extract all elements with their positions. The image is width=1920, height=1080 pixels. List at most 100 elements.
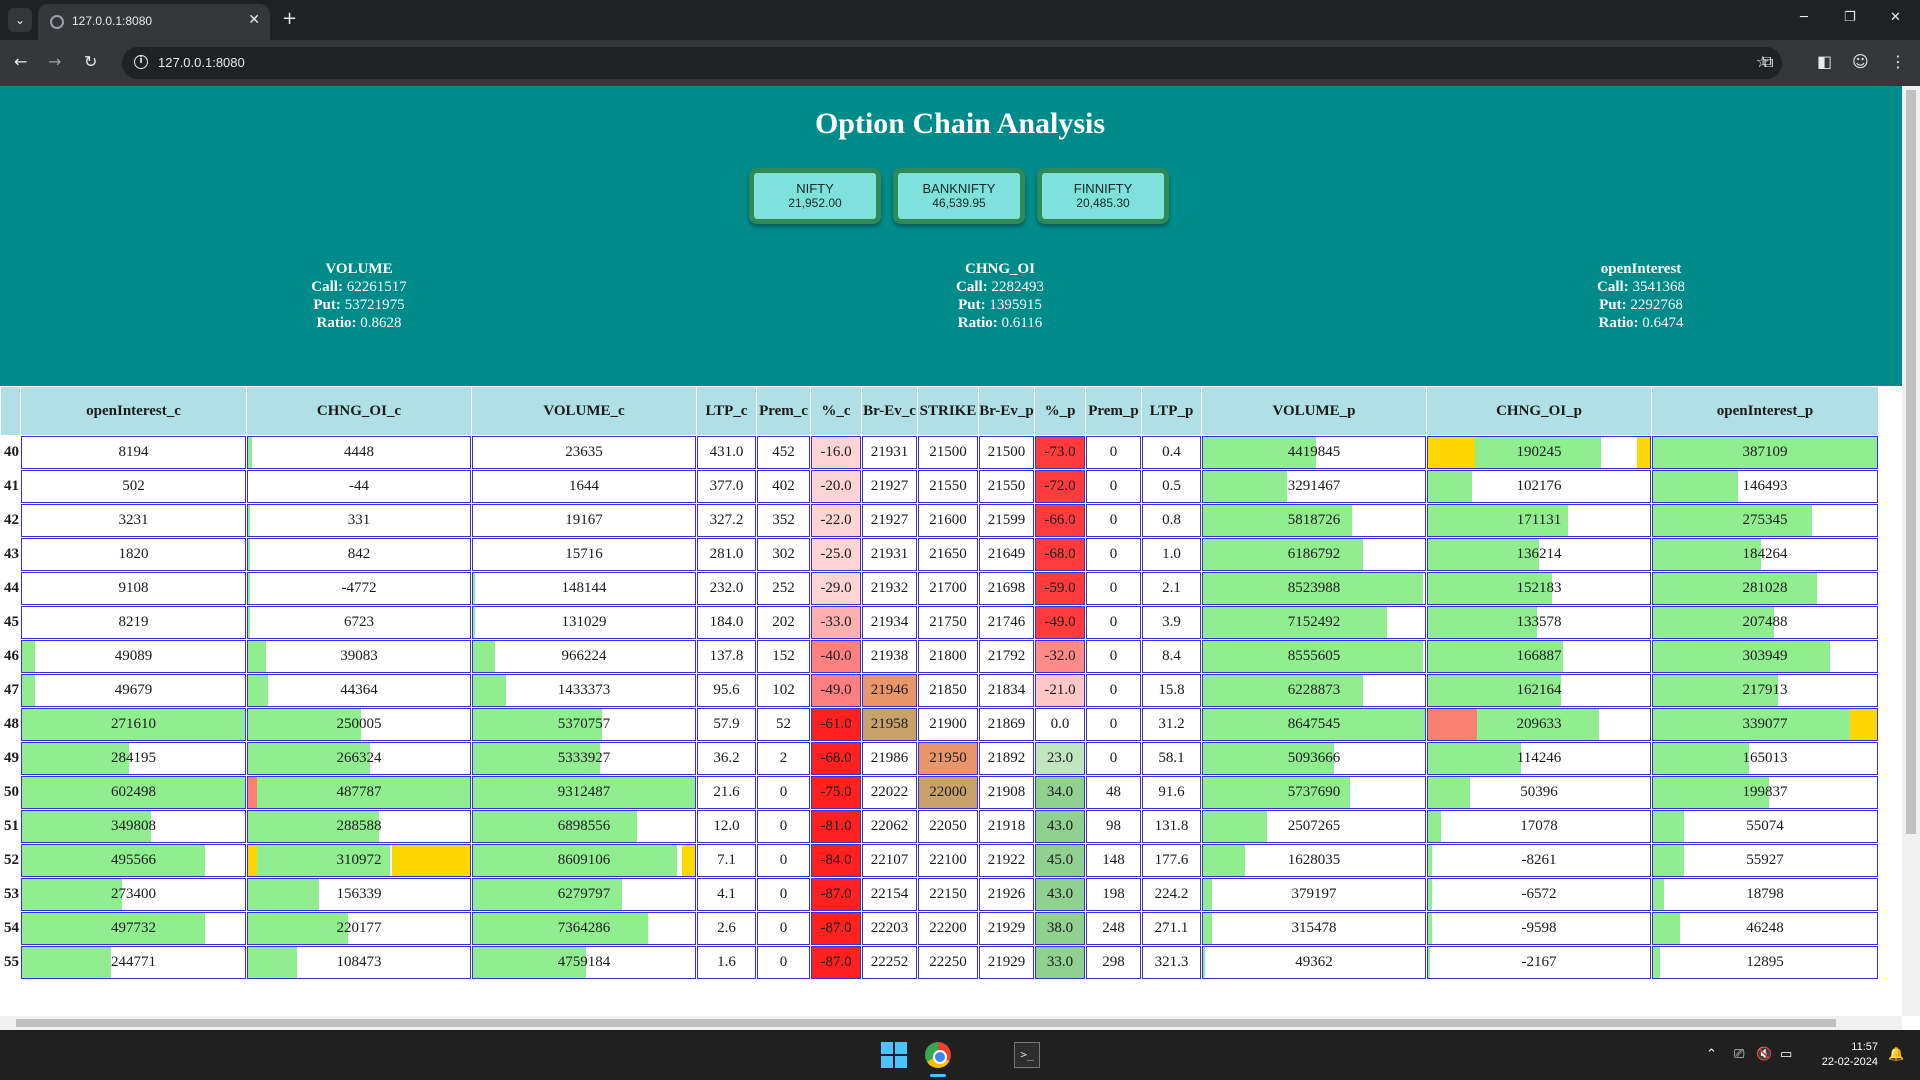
extensions-icon[interactable]: ⧉ (1762, 52, 1773, 72)
table-row[interactable]: 44 9108 -4772 148144 232.0 252 -29.0 21932 21700… (1, 572, 1878, 605)
ltp-p-cell: 58.1 (1142, 742, 1201, 775)
column-header[interactable]: %_p (1035, 387, 1085, 435)
value-bar (248, 437, 253, 468)
forward-icon[interactable]: → (48, 52, 61, 71)
ltp-p-cell: 0.8 (1142, 504, 1201, 537)
cell-value: 50396 (1520, 784, 1558, 800)
column-header[interactable]: %_c (811, 387, 861, 435)
value-bar (22, 947, 112, 978)
chg-p-cell: 152183 (1427, 572, 1651, 605)
restore-icon[interactable]: ❐ (1844, 10, 1856, 25)
ltp-p-cell: 2.1 (1142, 572, 1201, 605)
strike-cell: 21950 (918, 742, 978, 775)
system-clock[interactable]: 11:57 22-02-2024 (1822, 1040, 1878, 1070)
browser-tab[interactable]: 127.0.0.1:8080 ✕ (38, 4, 270, 40)
strike-cell: 21500 (918, 436, 978, 469)
address-url[interactable]: 127.0.0.1:8080 (158, 55, 245, 70)
table-row[interactable]: 54 497732 220177 7364286 2.6 0 -87.0 22203 22200… (1, 912, 1878, 945)
speaker-muted-icon[interactable]: 🔇 (1756, 1047, 1772, 1062)
back-icon[interactable]: ← (14, 52, 27, 71)
finnifty-button[interactable]: FINNIFTY 20,485.30 (1037, 168, 1169, 224)
cell-value: 199837 (1742, 784, 1788, 800)
reload-icon[interactable]: ↻ (84, 52, 97, 71)
tab-search-icon[interactable]: ⌄ (8, 8, 32, 32)
column-header[interactable]: CHNG_OI_p (1427, 387, 1651, 435)
start-windows-icon[interactable] (881, 1042, 907, 1068)
notification-bell-icon[interactable]: 🔔 (1888, 1047, 1904, 1062)
active-app-indicator (930, 1074, 946, 1077)
prem-p-cell: 0 (1086, 708, 1141, 741)
nifty-button[interactable]: NIFTY 21,952.00 (749, 168, 881, 224)
battery-icon[interactable]: ▭ (1780, 1047, 1792, 1062)
banknifty-button[interactable]: BANKNIFTY 46,539.95 (893, 168, 1025, 224)
vertical-scroll-thumb[interactable] (1906, 90, 1916, 834)
be-c-cell: 21938 (862, 640, 917, 673)
strike-cell: 21550 (918, 470, 978, 503)
table-row[interactable]: 40 8194 4448 23635 431.0 452 -16.0 21931 21500 21… (1, 436, 1878, 469)
column-header[interactable]: openInterest_p (1652, 387, 1878, 435)
table-row[interactable]: 45 8219 6723 131029 184.0 202 -33.0 21934 21750 2… (1, 606, 1878, 639)
option-chain-table-container[interactable]: openInterest_c CHNG_OI_c VOLUME_c LTP_c Prem… (0, 386, 1902, 1016)
horizontal-scrollbar[interactable] (0, 1016, 1902, 1030)
column-header[interactable]: Prem_p (1086, 387, 1141, 435)
window-close-icon[interactable]: ✕ (1890, 10, 1901, 25)
cell-value: 4759184 (557, 954, 611, 970)
vol-p-cell: 49362 (1202, 946, 1426, 979)
network-icon[interactable]: ⎚ (1734, 1047, 1744, 1062)
column-header[interactable]: VOLUME_p (1202, 387, 1426, 435)
terminal-icon[interactable]: >_ (1014, 1042, 1040, 1068)
column-header[interactable]: STRIKE (918, 387, 978, 435)
value-bar (1653, 573, 1817, 604)
chg-c-cell: 39083 (247, 640, 471, 673)
cell-value: 5818726 (1287, 512, 1341, 528)
strike-cell: 22050 (918, 810, 978, 843)
new-tab-button[interactable]: + (282, 8, 297, 29)
menu-kebab-icon[interactable]: ⋮ (1890, 52, 1906, 71)
table-row[interactable]: 41 502 -44 1644 377.0 402 -20.0 21927 21550 21550… (1, 470, 1878, 503)
column-header[interactable]: CHNG_OI_c (247, 387, 471, 435)
address-bar[interactable]: i 127.0.0.1:8080 ☆ (122, 47, 1782, 79)
minimize-icon[interactable]: ─ (1800, 10, 1808, 25)
vertical-scrollbar[interactable] (1902, 86, 1920, 1016)
table-row[interactable]: 49 284195 266324 5333927 36.2 2 -68.0 21986 2195… (1, 742, 1878, 775)
value-bar (248, 607, 251, 638)
vol-c-cell: 15716 (472, 538, 696, 571)
table-row[interactable]: 51 349808 288588 6898556 12.0 0 -81.0 22062 2205… (1, 810, 1878, 843)
table-row[interactable]: 47 49679 44364 1433373 95.6 102 -49.0 21946 2185… (1, 674, 1878, 707)
chrome-icon[interactable] (925, 1042, 951, 1068)
table-row[interactable]: 42 3231 331 19167 327.2 352 -22.0 21927 21600 215… (1, 504, 1878, 537)
column-header[interactable]: openInterest_c (21, 387, 246, 435)
column-header[interactable]: Br-Ev_p (979, 387, 1034, 435)
table-row[interactable]: 52 495566 310972 8609106 7.1 0 -84.0 22107 22100… (1, 844, 1878, 877)
oi-p-cell: 55074 (1652, 810, 1878, 843)
site-info-icon[interactable]: i (134, 55, 148, 69)
be-p-cell: 21500 (979, 436, 1034, 469)
column-header[interactable]: Br-Ev_c (862, 387, 917, 435)
column-header[interactable]: LTP_c (697, 387, 756, 435)
table-row[interactable]: 53 273400 156339 6279797 4.1 0 -87.0 22154 22150… (1, 878, 1878, 911)
table-row[interactable]: 43 1820 842 15716 281.0 302 -25.0 21931 21650 216… (1, 538, 1878, 571)
table-row[interactable]: 48 271610 250005 5370757 57.9 52 -61.0 21958 219… (1, 708, 1878, 741)
side-panel-icon[interactable]: ◧ (1817, 52, 1832, 71)
column-header[interactable]: Prem_c (757, 387, 810, 435)
prem-c-cell: 152 (757, 640, 810, 673)
call-value: 62261517 (346, 279, 407, 295)
summary-heading: CHNG_OI (964, 261, 1035, 277)
profile-icon[interactable]: ☺ (1852, 52, 1869, 71)
oi-p-cell: 387109 (1652, 436, 1878, 469)
column-header[interactable]: LTP_p (1142, 387, 1201, 435)
table-row[interactable]: 55 244771 108473 4759184 1.6 0 -87.0 22252 22250… (1, 946, 1878, 979)
show-hidden-icons-icon[interactable]: ⌃ (1706, 1047, 1717, 1062)
value-bar (1653, 743, 1750, 774)
cell-value: 6279797 (557, 886, 611, 902)
horizontal-scroll-thumb[interactable] (16, 1019, 1836, 1027)
cell-value: 6898556 (557, 818, 611, 834)
column-header[interactable]: VOLUME_c (472, 387, 696, 435)
ltp-c-cell: 2.6 (697, 912, 756, 945)
table-row[interactable]: 50 602498 487787 9312487 21.6 0 -75.0 22022 2200… (1, 776, 1878, 809)
table-row[interactable]: 46 49089 39083 966224 137.8 152 -40.0 21938 2180… (1, 640, 1878, 673)
tab-close-icon[interactable]: ✕ (248, 12, 260, 28)
value-bar (1653, 811, 1685, 842)
summary-heading: VOLUME (325, 261, 393, 277)
cell-value: 842 (347, 546, 371, 562)
